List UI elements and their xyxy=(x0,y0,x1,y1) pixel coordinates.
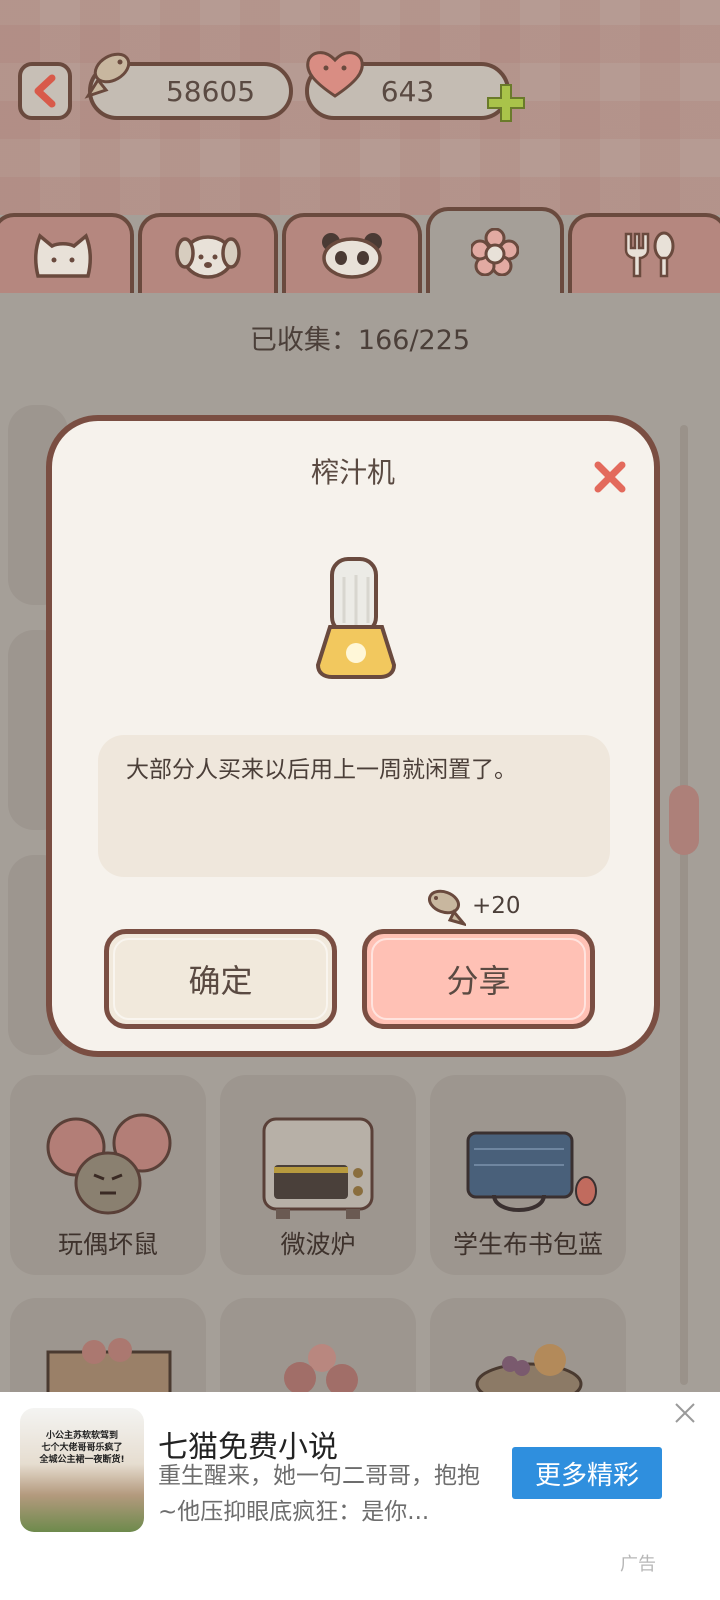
confirm-button[interactable]: 确定 xyxy=(104,929,337,1029)
tab-dogs[interactable] xyxy=(138,213,278,293)
dialog-title: 榨汁机 xyxy=(310,456,395,489)
chevron-left-icon xyxy=(34,74,56,108)
tab-food[interactable] xyxy=(568,213,720,293)
ad-description[interactable]: 重生醒来，她一句二哥哥，抱抱~他压抑眼底疯狂：是你... xyxy=(158,1458,498,1530)
close-icon[interactable] xyxy=(590,457,630,497)
button-highlight xyxy=(371,938,586,1020)
panda-icon xyxy=(322,233,382,279)
share-reward: +20 xyxy=(422,884,521,928)
collection-progress: 已收集：166/225 xyxy=(249,325,471,356)
add-hearts-button[interactable] xyxy=(485,82,527,124)
flowers-icon xyxy=(284,1344,358,1396)
grid-card-microwave[interactable]: 微波炉 xyxy=(220,1075,416,1275)
category-tabs xyxy=(0,205,720,293)
scrollbar-track[interactable] xyxy=(680,425,688,1385)
back-button[interactable] xyxy=(18,62,72,120)
button-highlight xyxy=(113,938,328,1020)
juicer-icon xyxy=(315,557,397,679)
microwave-icon xyxy=(262,1117,374,1219)
ad-label: 广告 xyxy=(620,1554,656,1575)
fish-icon xyxy=(427,889,466,926)
fork-spoon-icon xyxy=(624,231,675,278)
fish-count: 58605 xyxy=(165,74,256,108)
tab-cats[interactable] xyxy=(0,213,134,293)
close-icon[interactable] xyxy=(674,1402,696,1424)
grid-item-label: 玩偶坏鼠 xyxy=(57,1230,158,1259)
grid-card-school-bag[interactable]: 学生布书包蓝 xyxy=(430,1075,626,1275)
heart-count: 643 xyxy=(380,74,435,108)
school-bag-icon xyxy=(466,1131,597,1212)
reward-amount: +20 xyxy=(472,893,521,919)
item-description-box: 大部分人买来以后用上一周就闲置了。 xyxy=(98,735,610,877)
item-detail-dialog: 榨汁机 大部分人买来以后用上一周就闲置了。 +20 确定 分享 xyxy=(46,415,660,1057)
cat-icon xyxy=(34,233,92,278)
ad-cta-button[interactable]: 更多精彩 xyxy=(512,1447,662,1499)
toy-mouse-icon xyxy=(46,1113,172,1215)
item-description: 大部分人买来以后用上一周就闲置了。 xyxy=(126,757,517,783)
tab-pandas[interactable] xyxy=(282,213,422,293)
crate-icon xyxy=(46,1338,172,1398)
grid-item-label: 微波炉 xyxy=(280,1230,356,1259)
ad-banner[interactable]: 小公主苏软软驾到 七个大佬哥哥乐疯了 全城公主裙一夜断货! 七猫免费小说 重生醒… xyxy=(0,1392,720,1600)
grid-item-label: 学生布书包蓝 xyxy=(452,1230,603,1259)
fruit-basket-icon xyxy=(475,1344,583,1398)
flower-icon xyxy=(471,228,519,276)
heart-icon xyxy=(306,51,364,98)
dog-icon xyxy=(175,235,241,279)
scrollbar-thumb[interactable] xyxy=(669,785,699,855)
grid-card-toy-mouse[interactable]: 玩偶坏鼠 xyxy=(10,1075,206,1275)
share-button[interactable]: 分享 xyxy=(362,929,595,1029)
ad-thumbnail[interactable]: 小公主苏软软驾到 七个大佬哥哥乐疯了 全城公主裙一夜断货! xyxy=(20,1408,144,1532)
ad-thumbnail-text: 小公主苏软软驾到 七个大佬哥哥乐疯了 全城公主裙一夜断货! xyxy=(39,1431,125,1465)
fish-icon xyxy=(84,52,131,99)
tab-items[interactable] xyxy=(426,207,564,293)
